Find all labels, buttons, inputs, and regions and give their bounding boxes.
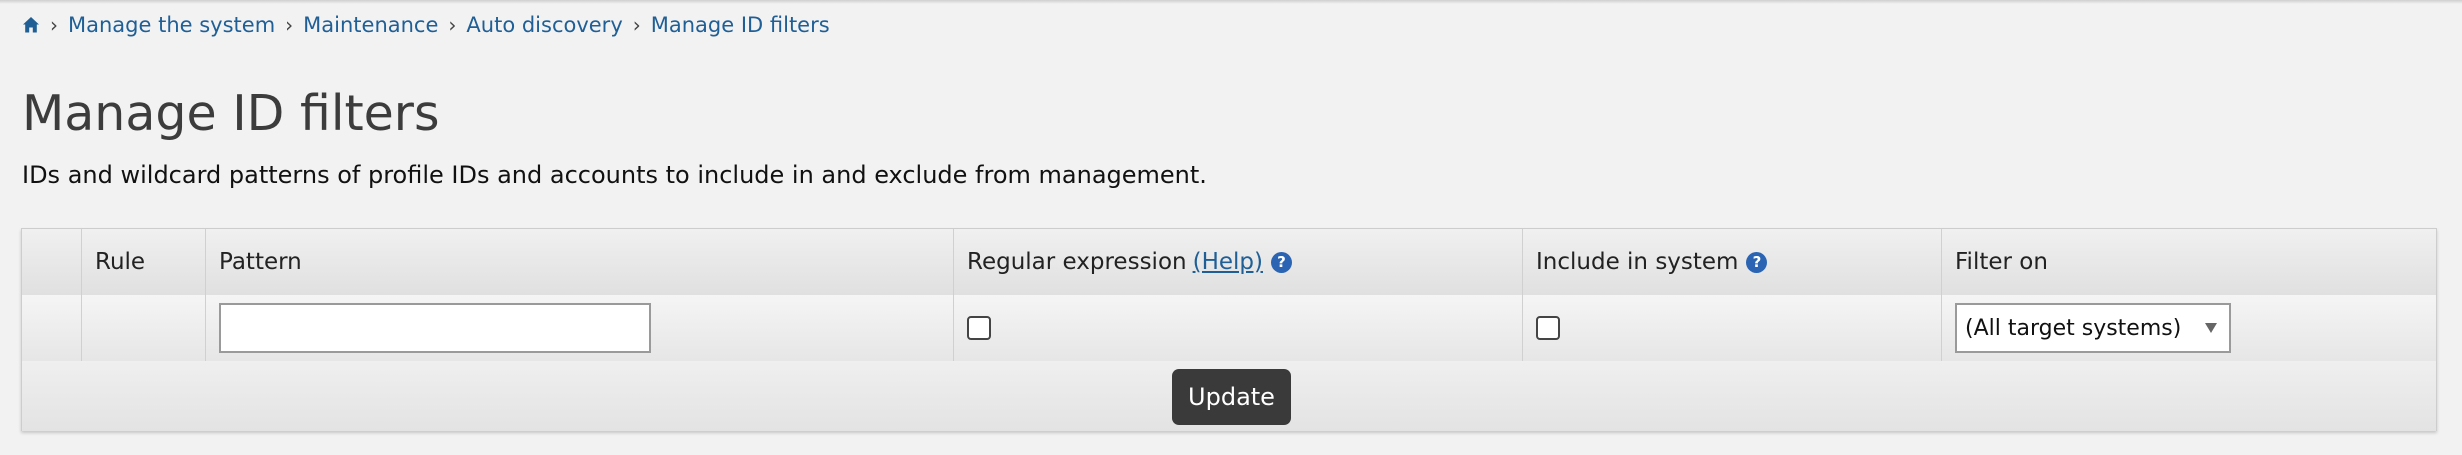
breadcrumb-auto-discovery[interactable]: Auto discovery bbox=[466, 13, 622, 37]
breadcrumb-separator: › bbox=[632, 13, 641, 37]
regex-help-icon[interactable]: ? bbox=[1270, 251, 1292, 273]
page-description: IDs and wildcard patterns of profile IDs… bbox=[22, 161, 1207, 189]
header-regex-label: Regular expression bbox=[967, 249, 1187, 275]
update-button[interactable]: Update bbox=[1172, 369, 1291, 425]
pattern-input[interactable] bbox=[219, 303, 651, 353]
breadcrumb-manage-id-filters[interactable]: Manage ID filters bbox=[651, 13, 830, 37]
breadcrumb-separator: › bbox=[448, 13, 457, 37]
chevron-down-icon bbox=[2205, 323, 2217, 333]
page-title: Manage ID filters bbox=[22, 85, 440, 142]
row-regex-cell bbox=[953, 295, 1522, 361]
table-row: (All target systems) bbox=[22, 295, 2436, 362]
header-pattern: Pattern bbox=[205, 229, 953, 295]
row-pattern-cell bbox=[205, 295, 953, 361]
header-select-column bbox=[22, 229, 81, 295]
header-rule-label: Rule bbox=[95, 249, 146, 275]
breadcrumb-separator: › bbox=[50, 13, 58, 37]
breadcrumb-separator: › bbox=[285, 13, 294, 37]
header-filter-on-label: Filter on bbox=[1955, 249, 2048, 275]
regex-checkbox[interactable] bbox=[967, 316, 991, 340]
regex-help-link[interactable]: (Help) bbox=[1193, 249, 1263, 275]
row-rule-cell bbox=[81, 295, 205, 361]
breadcrumb-maintenance[interactable]: Maintenance bbox=[303, 13, 438, 37]
breadcrumb: › Manage the system › Maintenance › Auto… bbox=[22, 10, 830, 40]
include-checkbox[interactable] bbox=[1536, 316, 1560, 340]
breadcrumb-home[interactable] bbox=[22, 16, 40, 34]
header-include: Include in system ? bbox=[1522, 229, 1941, 295]
filter-on-select[interactable]: (All target systems) bbox=[1955, 303, 2231, 353]
id-filters-table: Rule Pattern Regular expression (Help) ?… bbox=[21, 228, 2437, 431]
header-pattern-label: Pattern bbox=[219, 249, 302, 275]
row-filter-on-cell: (All target systems) bbox=[1941, 295, 2438, 361]
header-regex: Regular expression (Help) ? bbox=[953, 229, 1522, 295]
filter-on-selected-value: (All target systems) bbox=[1965, 315, 2182, 341]
home-icon bbox=[23, 17, 39, 33]
header-filter-on: Filter on bbox=[1941, 229, 2438, 295]
breadcrumb-manage-system[interactable]: Manage the system bbox=[68, 13, 275, 37]
top-shadow bbox=[0, 0, 2462, 4]
table-footer-row: Update bbox=[22, 361, 2436, 431]
header-rule: Rule bbox=[81, 229, 205, 295]
header-include-label: Include in system bbox=[1536, 249, 1739, 275]
include-help-icon[interactable]: ? bbox=[1746, 251, 1768, 273]
row-include-cell bbox=[1522, 295, 1941, 361]
table-header-row: Rule Pattern Regular expression (Help) ?… bbox=[22, 229, 2436, 296]
row-select-cell bbox=[22, 295, 81, 361]
